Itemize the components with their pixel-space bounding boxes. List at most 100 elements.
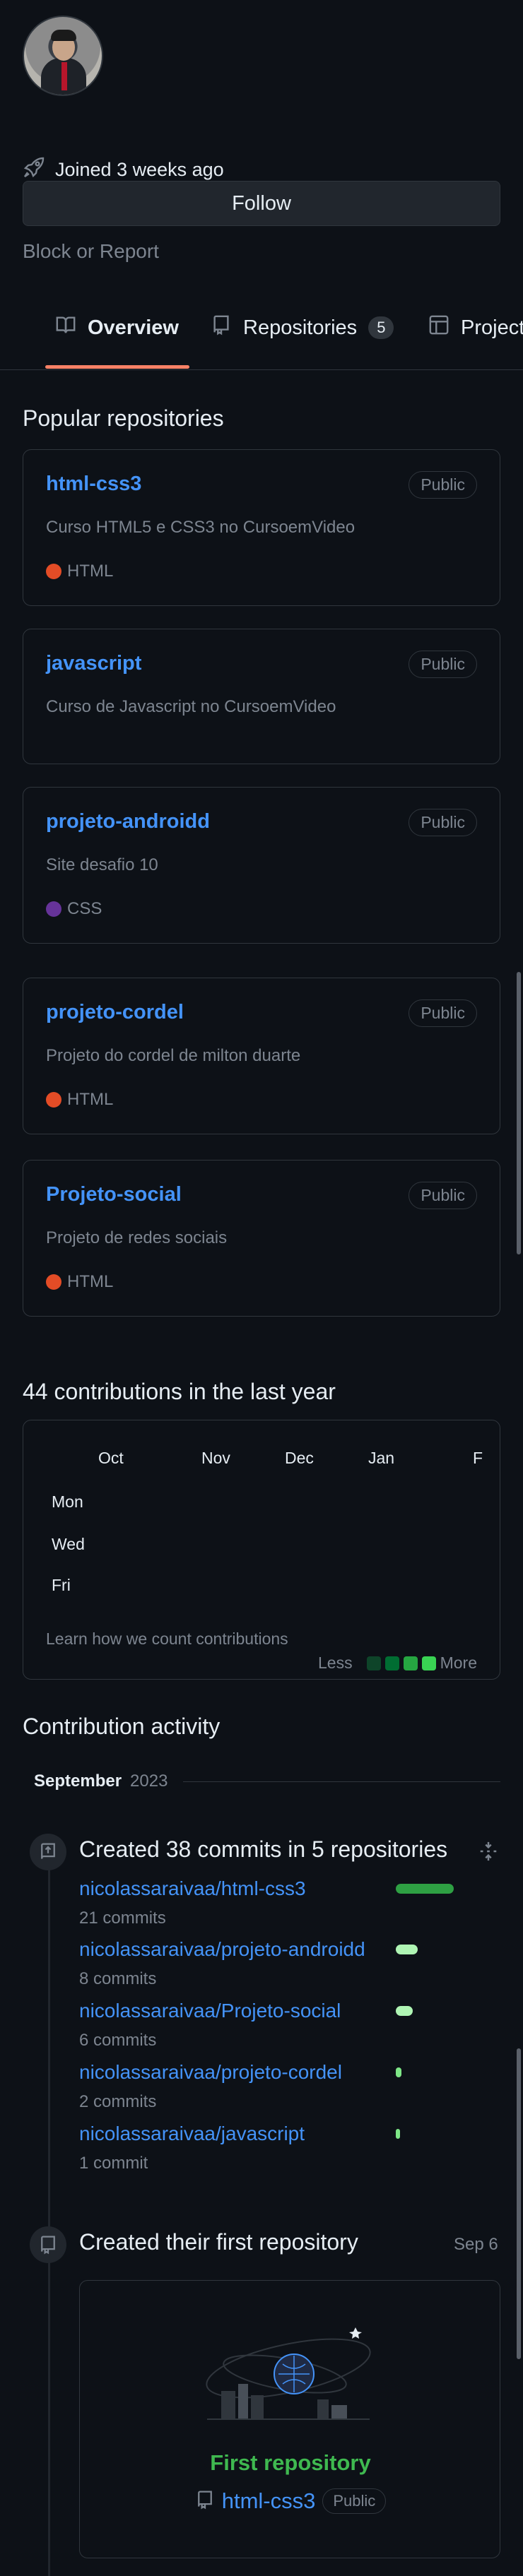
language-label: CSS — [67, 899, 102, 918]
day-label: Mon — [52, 1492, 83, 1511]
language-color-dot — [46, 901, 61, 917]
tab-repositories[interactable]: Repositories 5 — [211, 307, 394, 349]
visibility-badge: Public — [409, 809, 477, 836]
tab-repositories-label: Repositories — [243, 316, 358, 339]
visibility-badge: Public — [322, 2488, 387, 2514]
language-label: HTML — [67, 1090, 114, 1109]
commit-repo-link[interactable]: nicolassaraivaa/html-css3 — [79, 1877, 306, 1900]
joined-text: Joined 3 weeks ago — [55, 159, 224, 180]
commit-repo-link[interactable]: nicolassaraivaa/projeto-cordel — [79, 2061, 342, 2084]
month-label: Jan — [368, 1449, 395, 1467]
tab-projects-label: Projects — [461, 316, 523, 339]
popular-repositories-heading: Popular repositories — [23, 405, 224, 431]
commit-count: 21 commits — [79, 1909, 166, 1928]
joined-info: Joined 3 weeks ago — [23, 156, 224, 184]
repo-name-link[interactable]: javascript — [46, 652, 141, 675]
repo-name-link[interactable]: html-css3 — [46, 473, 141, 496]
commit-repo-link[interactable]: nicolassaraivaa/javascript — [79, 2123, 305, 2145]
tab-projects[interactable]: Projects — [428, 307, 523, 349]
repositories-count: 5 — [368, 316, 394, 339]
commit-repo-link[interactable]: nicolassaraivaa/projeto-androidd — [79, 1938, 365, 1961]
profile-tabs: Overview Repositories 5 Projects — [0, 297, 523, 370]
repo-icon — [30, 2226, 66, 2263]
language-color-dot — [46, 1092, 61, 1108]
collapse-icon[interactable] — [478, 1841, 499, 1865]
first-repo-card: First repository html-css3 Public — [79, 2280, 500, 2558]
scrollbar-thumb[interactable] — [517, 972, 521, 1254]
rocket-icon — [23, 156, 45, 184]
first-repo-link[interactable]: html-css3 — [222, 2488, 316, 2514]
tab-overview[interactable]: Overview — [55, 307, 179, 349]
tab-overview-label: Overview — [88, 316, 179, 339]
legend-level-4 — [421, 1656, 436, 1670]
commit-share-bar — [396, 2006, 413, 2016]
contributions-heading: 44 contributions in the last year — [23, 1379, 336, 1404]
repo-name-link[interactable]: projeto-cordel — [46, 1001, 184, 1024]
commit-share-bar — [396, 1884, 454, 1894]
repo-description: Curso de Javascript no CursoemVideo — [46, 697, 336, 716]
legend-more: More — [440, 1654, 477, 1672]
repo-card: projeto-androidd Public Site desafio 10 … — [23, 787, 500, 944]
commit-count: 6 commits — [79, 2031, 157, 2050]
commit-count: 1 commit — [79, 2154, 148, 2173]
avatar-tie — [61, 62, 67, 90]
repo-description: Curso HTML5 e CSS3 no CursoemVideo — [46, 518, 355, 537]
repo-card: javascript Public Curso de Javascript no… — [23, 629, 500, 764]
language-color-dot — [46, 1274, 61, 1290]
legend-level-1 — [366, 1656, 381, 1670]
commit-share-bar — [396, 2129, 400, 2139]
commit-repo-link[interactable]: nicolassaraivaa/Projeto-social — [79, 2000, 341, 2022]
language-color-dot — [46, 564, 61, 579]
day-label: Wed — [52, 1535, 85, 1553]
month-label: Dec — [285, 1449, 314, 1467]
first-repo-title: Created their first repository — [79, 2229, 358, 2255]
repo-description: Projeto do cordel de milton duarte — [46, 1046, 301, 1065]
repo-name-link[interactable]: projeto-androidd — [46, 810, 210, 833]
activity-year: 2023 — [130, 1771, 168, 1791]
repo-icon — [195, 2490, 215, 2513]
language-label: HTML — [67, 1272, 114, 1291]
repo-language: HTML — [46, 562, 113, 581]
block-or-report-link[interactable]: Block or Report — [23, 240, 159, 263]
month-label: Nov — [201, 1449, 230, 1467]
repo-description: Site desafio 10 — [46, 855, 158, 874]
commits-summary-title: Created 38 commits in 5 repositories — [79, 1836, 448, 1862]
repo-card: html-css3 Public Curso HTML5 e CSS3 no C… — [23, 449, 500, 606]
first-repository-label: First repository — [210, 2450, 371, 2475]
commit-count: 2 commits — [79, 2092, 157, 2111]
day-label: Fri — [52, 1576, 71, 1594]
avatar[interactable] — [23, 16, 103, 96]
scrollbar-thumb-lower[interactable] — [517, 2048, 521, 2359]
book-icon — [55, 314, 76, 341]
contribution-legend: Less More — [318, 1654, 477, 1673]
activity-month: September — [34, 1771, 122, 1791]
commit-share-bar — [396, 2067, 401, 2077]
legend-level-2 — [384, 1656, 399, 1670]
contribution-activity-heading: Contribution activity — [23, 1714, 221, 1739]
avatar-hair — [51, 30, 76, 41]
space-illustration — [206, 2327, 371, 2420]
language-label: HTML — [67, 562, 114, 581]
commit-count: 8 commits — [79, 1969, 157, 1988]
visibility-badge: Public — [409, 471, 477, 499]
visibility-badge: Public — [409, 999, 477, 1027]
follow-button[interactable]: Follow — [23, 181, 500, 226]
visibility-badge: Public — [409, 651, 477, 678]
activity-month-row: September 2023 — [34, 1771, 500, 1791]
first-repo-link-row: html-css3 Public — [80, 2488, 501, 2514]
repo-card: Projeto-social Public Projeto de redes s… — [23, 1160, 500, 1317]
month-divider — [183, 1781, 500, 1782]
repo-card: projeto-cordel Public Projeto do cordel … — [23, 978, 500, 1134]
learn-contributions-link[interactable]: Learn how we count contributions — [46, 1630, 288, 1649]
commit-share-bar — [396, 1945, 418, 1954]
active-tab-indicator — [45, 365, 189, 369]
repo-push-icon — [30, 1834, 66, 1870]
repo-description: Projeto de redes sociais — [46, 1228, 228, 1247]
month-label: Oct — [98, 1449, 124, 1467]
repo-language: CSS — [46, 899, 102, 919]
repo-name-link[interactable]: Projeto-social — [46, 1183, 182, 1206]
month-label: F — [473, 1449, 483, 1467]
timeline-line — [48, 1836, 50, 2576]
repo-language: HTML — [46, 1272, 113, 1292]
first-repo-date: Sep 6 — [454, 2235, 498, 2254]
